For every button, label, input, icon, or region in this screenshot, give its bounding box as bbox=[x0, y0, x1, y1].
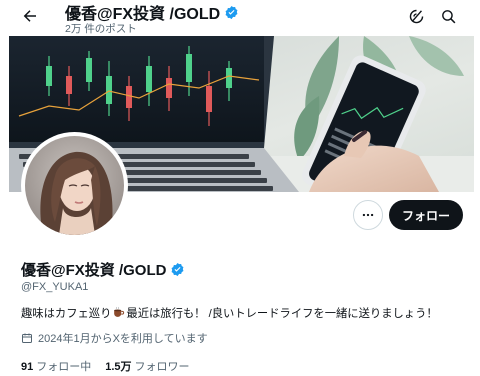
more-dots-icon bbox=[362, 213, 374, 217]
followers-link[interactable]: 1.5万 フォロワー bbox=[105, 358, 189, 374]
arrow-left-icon bbox=[23, 10, 36, 22]
display-name-text: 優香@FX投資 /GOLD bbox=[21, 262, 167, 279]
bio-text-start: 趣味はカフェ巡り bbox=[21, 308, 112, 320]
grok-icon bbox=[409, 9, 423, 23]
following-link[interactable]: 91 フォロー中 bbox=[21, 358, 91, 374]
following-label: フォロー中 bbox=[36, 361, 92, 373]
join-date-text: 2024年1月からXを利用しています bbox=[38, 333, 208, 345]
follow-button[interactable]: フォロー bbox=[389, 200, 463, 230]
avatar-image bbox=[25, 136, 124, 235]
display-name: 優香@FX投資 /GOLD bbox=[21, 259, 185, 280]
bio-text-end: 最近は旅行も！ /良いトレードライフを一緒に送りましょう！ bbox=[126, 308, 438, 320]
profile-page: 優香@FX投資 /GOLD 2万 件のポスト フォロー 優香@FX投資 /GOL… bbox=[9, 0, 474, 376]
following-count: 91 bbox=[21, 361, 34, 373]
more-button[interactable] bbox=[353, 200, 383, 230]
followers-label: フォロワー bbox=[134, 361, 190, 373]
join-date: 2024年1月からXを利用しています bbox=[21, 330, 208, 346]
user-handle: @FX_YUKA1 bbox=[21, 281, 89, 293]
follow-stats: 91 フォロー中 1.5万 フォロワー bbox=[21, 358, 190, 374]
profile-header: 優香@FX投資 /GOLD 2万 件のポスト bbox=[9, 0, 474, 36]
coffee-cup-icon bbox=[114, 306, 125, 317]
verified-badge-icon[interactable] bbox=[170, 262, 185, 277]
verified-badge-icon bbox=[225, 5, 238, 19]
post-count: 2万 件のポスト bbox=[65, 23, 137, 35]
bio: 趣味はカフェ巡り 最近は旅行も！ /良いトレードライフを一緒に送りましょう！ bbox=[21, 305, 438, 321]
avatar[interactable] bbox=[21, 132, 128, 239]
grok-button[interactable] bbox=[405, 5, 427, 27]
back-button[interactable] bbox=[19, 5, 41, 27]
search-button[interactable] bbox=[437, 5, 459, 27]
followers-count: 1.5万 bbox=[105, 361, 132, 373]
search-icon bbox=[441, 9, 455, 23]
calendar-icon bbox=[22, 333, 32, 343]
